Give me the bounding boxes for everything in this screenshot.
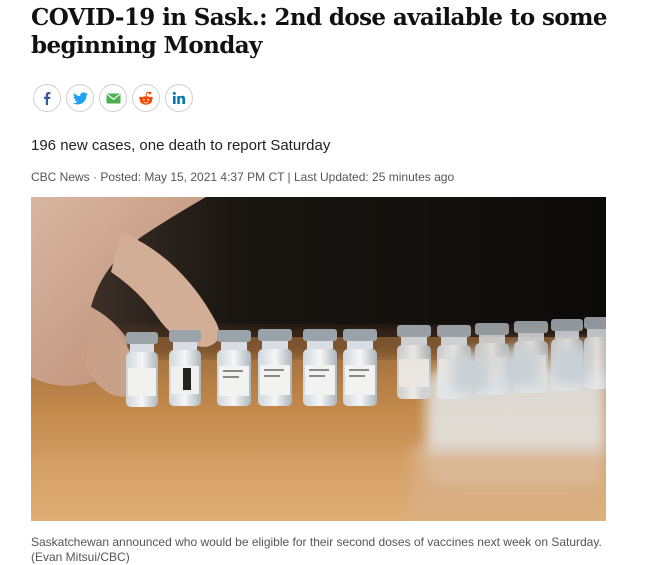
- share-reddit-button[interactable]: [132, 84, 160, 112]
- linkedin-icon: [172, 91, 185, 104]
- share-buttons: [33, 84, 193, 112]
- article-byline: CBC News · Posted: May 15, 2021 4:37 PM …: [31, 170, 455, 184]
- article-subheadline: 196 new cases, one death to report Satur…: [31, 137, 331, 154]
- article-headline: COVID-19 in Sask.: 2nd dose available to…: [31, 4, 608, 59]
- article-photo: [31, 197, 606, 521]
- share-linkedin-button[interactable]: [165, 84, 193, 112]
- share-facebook-button[interactable]: [33, 84, 61, 112]
- email-icon: [106, 93, 120, 103]
- facebook-icon: [44, 92, 51, 105]
- reddit-icon: [139, 91, 153, 105]
- photo-caption: Saskatchewan announced who would be elig…: [31, 535, 602, 564]
- share-email-button[interactable]: [99, 84, 127, 112]
- share-twitter-button[interactable]: [66, 84, 94, 112]
- twitter-icon: [72, 91, 88, 104]
